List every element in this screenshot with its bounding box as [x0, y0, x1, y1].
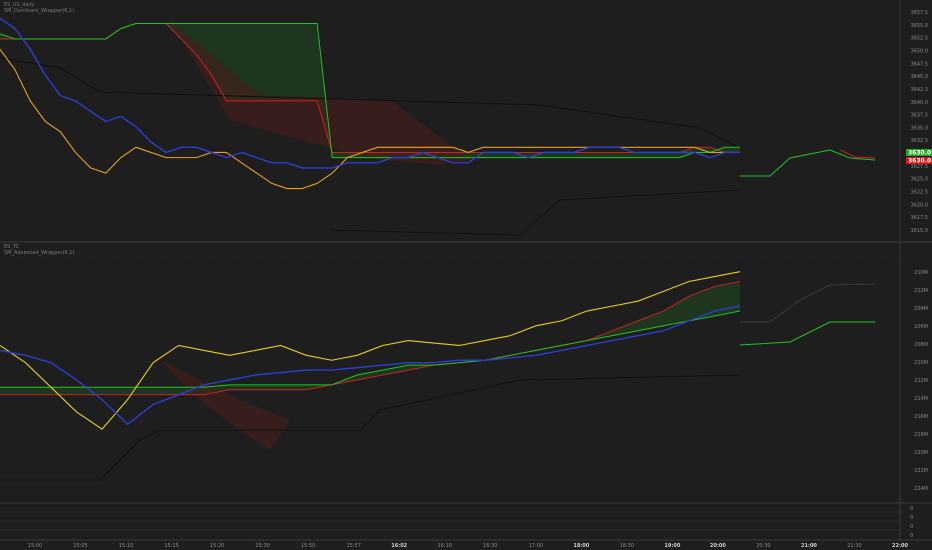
bottom-pane-title: ES_TC SM_Advanced_Wrapper(6,1): [4, 244, 74, 256]
x-tick-label: 21:00: [801, 543, 817, 549]
footer-tick-label: 0: [910, 506, 913, 512]
x-tick-label: 15:15: [164, 543, 178, 549]
top-pane-indicator: SM_Dominant_Wrapper(6,1): [4, 8, 75, 14]
y-tick-label: 210M: [914, 360, 928, 366]
y-tick-label: 3620.0: [911, 202, 929, 208]
y-tick-label: 208M: [914, 342, 928, 348]
x-tick-label: 21:30: [847, 543, 861, 549]
y-tick-label: 206M: [914, 324, 928, 330]
y-tick-label: 212M: [914, 288, 928, 294]
y-tick-label: 3625.0: [911, 177, 929, 183]
x-tick-label: 16:30: [483, 543, 497, 549]
x-tick-label: 15:20: [210, 543, 224, 549]
x-tick-label: 18:30: [620, 543, 634, 549]
footer-tick-label: 0: [910, 524, 913, 530]
x-tick-label: 22:00: [892, 543, 908, 549]
y-tick-label: 3615.0: [911, 228, 929, 234]
y-tick-label: 3655.0: [911, 23, 929, 29]
y-tick-label: 220M: [914, 450, 928, 456]
footer-tick-label: 0: [910, 515, 913, 521]
y-tick-label: 3632.5: [911, 138, 929, 144]
x-tick-label: 15:50: [301, 543, 315, 549]
y-tick-label: 3640.0: [911, 100, 929, 106]
x-tick-label: 16:10: [438, 543, 452, 549]
price-badge-label: 3630.0: [908, 158, 931, 165]
y-tick-label: 224M: [914, 486, 928, 492]
y-tick-label: 204M: [914, 306, 928, 312]
y-tick-label: 3652.5: [911, 36, 929, 42]
bottom-pane-indicator: SM_Advanced_Wrapper(6,1): [4, 250, 75, 256]
x-tick-label: 19:00: [664, 543, 680, 549]
y-tick-label: 3635.0: [911, 125, 929, 131]
y-tick-label: 214M: [914, 396, 928, 402]
y-tick-label: 216M: [914, 414, 928, 420]
x-tick-label: 15:57: [346, 543, 360, 549]
x-tick-label: 16:02: [391, 543, 407, 549]
footer-tick-label: 0: [910, 533, 913, 539]
x-tick-label: 18:00: [573, 543, 589, 549]
chart-background: [0, 0, 932, 550]
y-tick-label: 222M: [914, 468, 928, 474]
y-tick-label: 3657.5: [911, 10, 929, 16]
y-tick-label: 3637.5: [911, 113, 929, 119]
x-tick-label: 20:30: [756, 543, 770, 549]
x-tick-label: 20:00: [710, 543, 726, 549]
chart-canvas[interactable]: 3657.5 3655.0 3652.5 3650.0 3647.5 3645.0 3642…: [0, 0, 932, 550]
y-tick-label: 218M: [914, 432, 928, 438]
y-tick-label: 3622.5: [911, 190, 929, 196]
y-tick-label: 3617.5: [911, 215, 929, 221]
top-pane-title: ES_US_daily SM_Dominant_Wrapper(6,1): [4, 2, 74, 14]
x-tick-label: 15:30: [255, 543, 269, 549]
x-tick-label: 17:00: [529, 543, 543, 549]
y-tick-label: 212M: [914, 378, 928, 384]
y-tick-label: 3645.0: [911, 74, 929, 80]
price-badge-label: 3630.0: [908, 150, 931, 157]
y-tick-label: 3647.5: [911, 61, 929, 67]
x-tick-label: 15:05: [73, 543, 87, 549]
y-tick-label: 210M: [914, 270, 928, 276]
x-tick-label: 15:00: [28, 543, 42, 549]
y-tick-label: 3650.0: [911, 48, 929, 54]
x-tick-label: 15:10: [119, 543, 133, 549]
y-tick-label: 3642.5: [911, 87, 929, 93]
y-tick-label: 3627.5: [911, 164, 929, 170]
